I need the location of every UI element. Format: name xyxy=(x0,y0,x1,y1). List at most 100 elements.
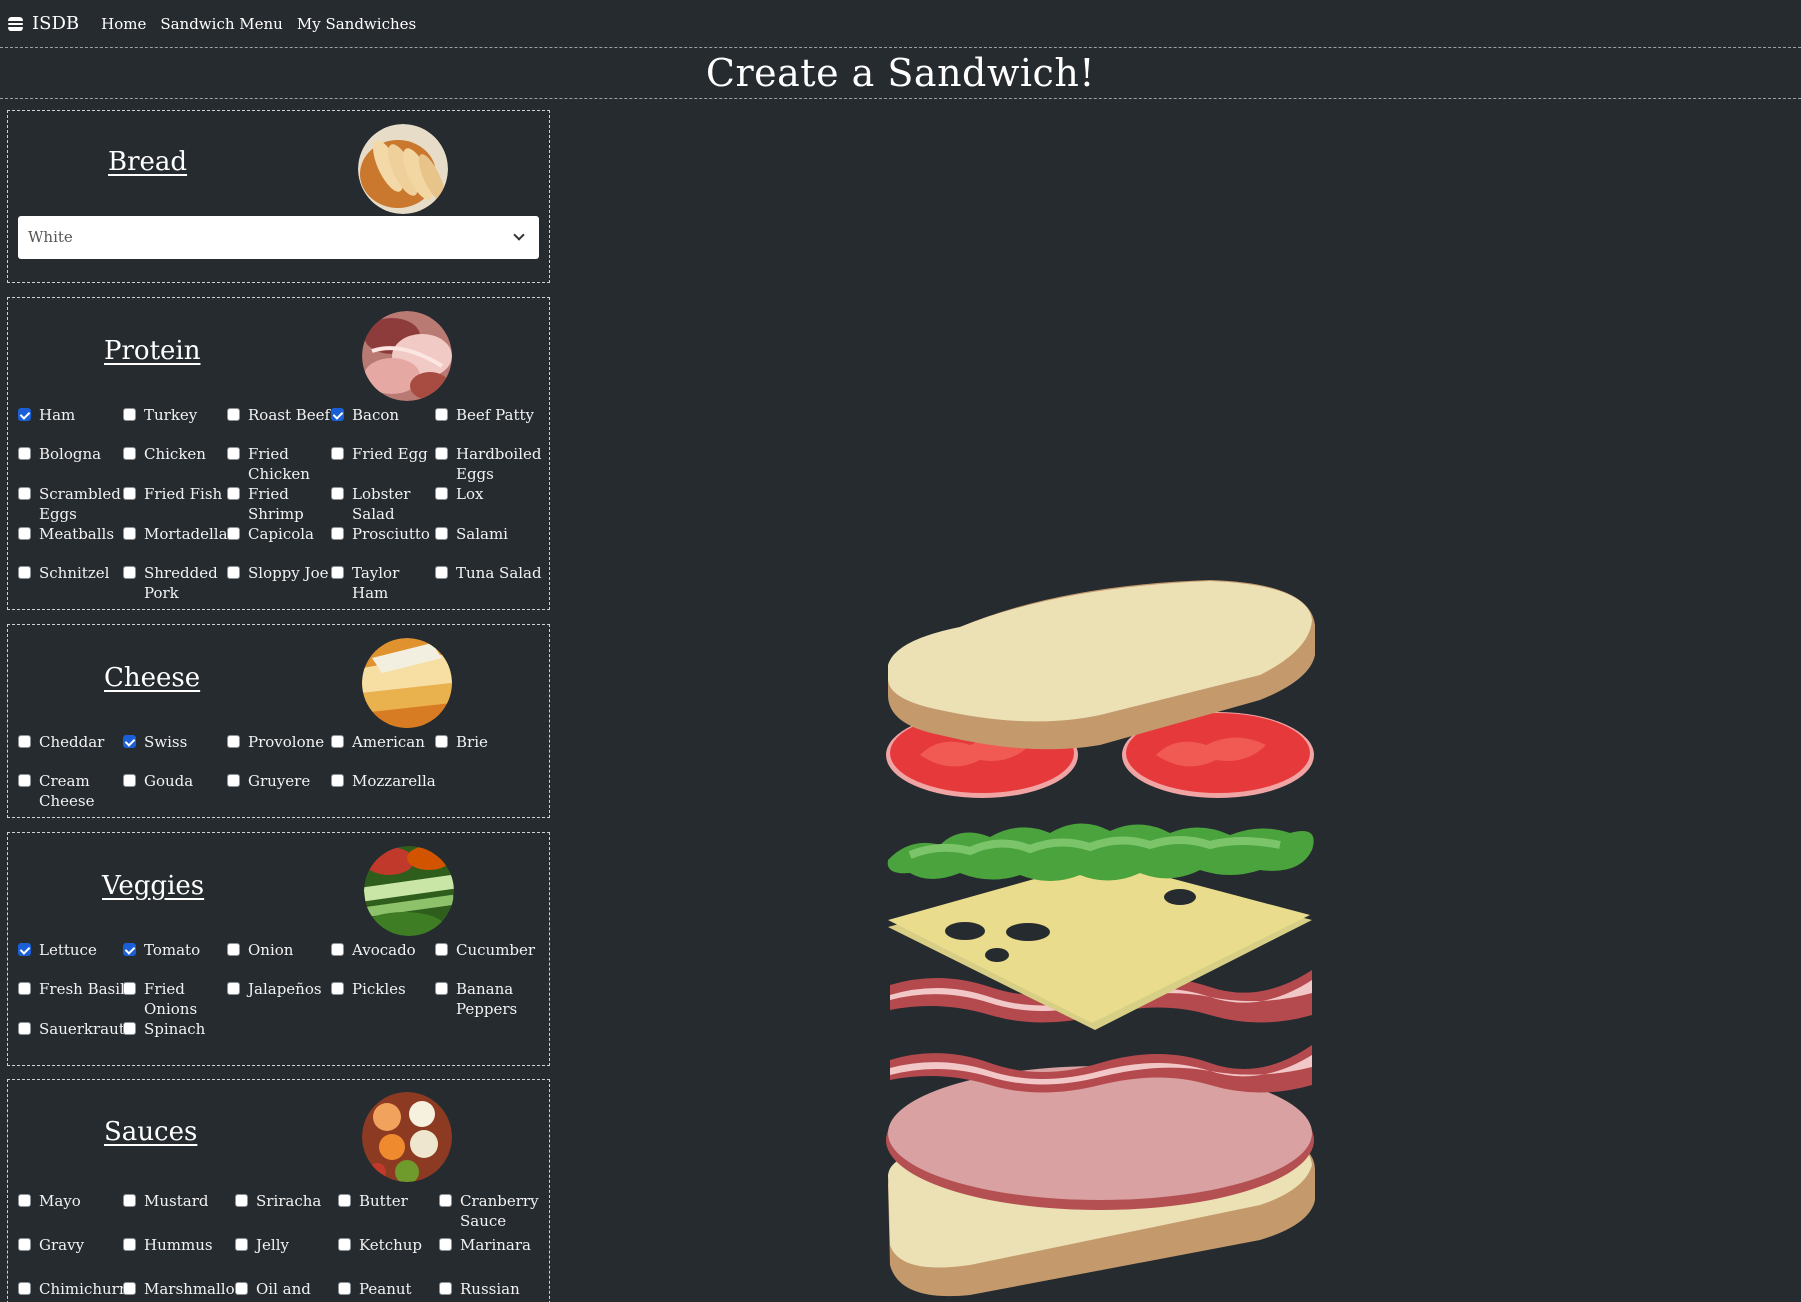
bread-select[interactable]: White xyxy=(18,216,539,259)
protein-checkbox[interactable] xyxy=(331,566,344,579)
sandwich-preview xyxy=(886,580,1315,1297)
protein-checkbox[interactable] xyxy=(331,447,344,460)
veggies-option-label: Jalapeños xyxy=(248,980,322,998)
sauces-option-label: Gravy xyxy=(39,1236,85,1254)
protein-checkbox[interactable] xyxy=(227,566,240,579)
protein-option-label: Lobster Salad xyxy=(352,485,411,523)
protein-option-label: Fried Fish xyxy=(144,485,223,503)
nav-link-home[interactable]: Home xyxy=(101,15,146,33)
sauces-photo xyxy=(362,1092,452,1182)
protein-checkbox[interactable] xyxy=(18,408,31,421)
protein-checkbox[interactable] xyxy=(331,527,344,540)
sauces-checkbox[interactable] xyxy=(338,1194,351,1207)
protein-option-label: Prosciutto xyxy=(352,525,430,543)
protein-checkbox[interactable] xyxy=(123,527,136,540)
sauces-checkbox[interactable] xyxy=(338,1238,351,1251)
sauces-panel: Sauces Mayo Mustard Sriracha Butter Cranberr… xyxy=(7,1079,550,1302)
brand[interactable]: ISDB xyxy=(8,13,79,34)
veggies-checkbox[interactable] xyxy=(123,943,136,956)
sauces-checkbox[interactable] xyxy=(123,1282,136,1295)
protein-checkbox[interactable] xyxy=(331,487,344,500)
cheese-checkbox[interactable] xyxy=(123,774,136,787)
sauces-checkbox[interactable] xyxy=(235,1238,248,1251)
protein-checkbox[interactable] xyxy=(227,487,240,500)
burger-icon xyxy=(8,16,24,31)
page-title: Create a Sandwich! xyxy=(705,51,1096,95)
protein-checkbox[interactable] xyxy=(123,566,136,579)
cheese-checkbox[interactable] xyxy=(18,735,31,748)
sauces-option-label: Hummus xyxy=(144,1236,213,1254)
sauces-checkbox[interactable] xyxy=(338,1282,351,1295)
cheese-checkbox[interactable] xyxy=(227,774,240,787)
protein-option-label: Ham xyxy=(39,406,76,424)
veggies-checkbox[interactable] xyxy=(331,943,344,956)
veggies-checkbox[interactable] xyxy=(123,982,136,995)
sauces-checkbox[interactable] xyxy=(439,1282,452,1295)
veggies-checkbox[interactable] xyxy=(18,943,31,956)
protein-checkbox[interactable] xyxy=(123,408,136,421)
protein-checkbox[interactable] xyxy=(227,527,240,540)
veggies-option-label: Fried Onions xyxy=(144,980,198,1018)
protein-option-label: Lox xyxy=(456,485,484,503)
sauces-checkbox[interactable] xyxy=(439,1238,452,1251)
sauces-option-label: Mustard xyxy=(144,1192,209,1210)
veggies-checkbox[interactable] xyxy=(435,943,448,956)
protein-checkbox[interactable] xyxy=(435,447,448,460)
cheese-option-label: Cheddar xyxy=(39,733,105,751)
veggies-checkbox[interactable] xyxy=(18,1022,31,1035)
veggies-checkbox[interactable] xyxy=(227,943,240,956)
protein-checkbox[interactable] xyxy=(227,447,240,460)
bread-select-value: White xyxy=(28,228,73,246)
brand-label[interactable]: ISDB xyxy=(32,13,79,34)
sauces-option-label: Mayo xyxy=(39,1192,81,1210)
protein-option-label: Roast Beef xyxy=(248,406,331,424)
protein-option-label: Capicola xyxy=(248,525,314,543)
protein-checkbox[interactable] xyxy=(123,487,136,500)
protein-option-label: Fried Chicken xyxy=(248,445,310,483)
navbar: ISDB Home Sandwich Menu My Sandwiches xyxy=(0,0,1801,48)
protein-option-label: Shredded Pork xyxy=(144,564,218,602)
veggies-option-label: Fresh Basil xyxy=(39,980,125,998)
sauces-checkbox[interactable] xyxy=(235,1194,248,1207)
nav-link-my-sandwiches[interactable]: My Sandwiches xyxy=(297,15,416,33)
cheese-checkbox[interactable] xyxy=(331,774,344,787)
sauces-option-label: Cranberry Sauce xyxy=(460,1192,539,1230)
protein-option-label: Mortadella xyxy=(144,525,228,543)
cheese-checkbox[interactable] xyxy=(331,735,344,748)
cheese-checkbox[interactable] xyxy=(435,735,448,748)
sauces-checkbox[interactable] xyxy=(18,1282,31,1295)
protein-checkbox[interactable] xyxy=(435,566,448,579)
protein-checkbox[interactable] xyxy=(18,447,31,460)
sauces-checkbox[interactable] xyxy=(123,1194,136,1207)
protein-option-label: Beef Patty xyxy=(456,406,534,424)
sauces-checkbox[interactable] xyxy=(18,1238,31,1251)
protein-checkbox[interactable] xyxy=(331,408,344,421)
protein-option-label: Hardboiled Eggs xyxy=(456,445,542,483)
bread-photo xyxy=(358,124,448,214)
protein-checkbox[interactable] xyxy=(435,487,448,500)
veggies-checkbox[interactable] xyxy=(331,982,344,995)
protein-panel: Protein Ham Turkey Roast Beef Bacon Beef Pat… xyxy=(7,297,550,610)
cheese-checkbox[interactable] xyxy=(123,735,136,748)
protein-checkbox[interactable] xyxy=(435,527,448,540)
protein-checkbox[interactable] xyxy=(435,408,448,421)
sauces-option-label: Marinara xyxy=(460,1236,531,1254)
cheese-checkbox[interactable] xyxy=(18,774,31,787)
sauces-checkbox[interactable] xyxy=(123,1238,136,1251)
protein-checkbox[interactable] xyxy=(18,487,31,500)
protein-checkbox[interactable] xyxy=(123,447,136,460)
nav-link-sandwich-menu[interactable]: Sandwich Menu xyxy=(160,15,283,33)
protein-checkbox[interactable] xyxy=(18,527,31,540)
sauces-checkbox[interactable] xyxy=(439,1194,452,1207)
veggies-checkbox[interactable] xyxy=(435,982,448,995)
protein-option-label: Schnitzel xyxy=(39,564,110,582)
cheese-checkbox[interactable] xyxy=(227,735,240,748)
veggies-checkbox[interactable] xyxy=(18,982,31,995)
sauces-checkbox[interactable] xyxy=(235,1282,248,1295)
protein-checkbox[interactable] xyxy=(18,566,31,579)
protein-checkbox[interactable] xyxy=(227,408,240,421)
veggies-checkbox[interactable] xyxy=(123,1022,136,1035)
veggies-checkbox[interactable] xyxy=(227,982,240,995)
sauces-title: Sauces xyxy=(104,1117,198,1147)
sauces-checkbox[interactable] xyxy=(18,1194,31,1207)
